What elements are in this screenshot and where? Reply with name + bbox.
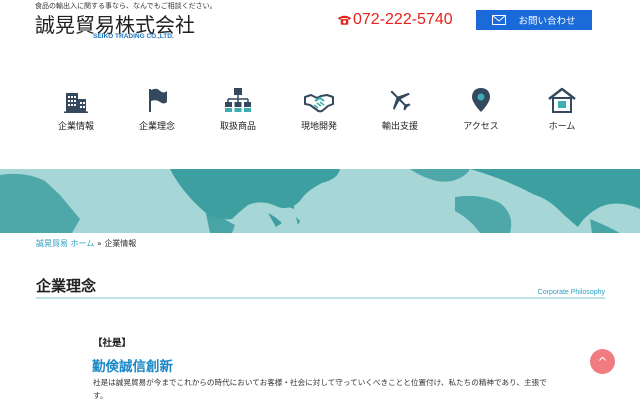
nav-label: 取扱商品 [219, 122, 256, 132]
back-to-top-button[interactable]: ^ [590, 349, 615, 374]
motto-heading: 【社是】 [93, 338, 132, 349]
contact-button-label: お問い合わせ [518, 16, 576, 27]
nav-item-philosophy[interactable]: 企業理念 [117, 87, 197, 132]
section-subtitle: Corporate Philosophy [537, 289, 605, 296]
nav-item-export-support[interactable]: 輸出支援 [360, 87, 440, 132]
nav-label: ホーム [548, 122, 576, 132]
phone-icon [337, 15, 352, 25]
main-nav: 企業情報 企業理念 取扱商品 現地開発 輸出支援 アクセス ホーム [36, 87, 604, 137]
motto-description: 社是は誠晃貿易が今までこれからの時代においてお客様・社会に対して守っていくべきこ… [93, 378, 547, 400]
mail-icon [492, 15, 507, 25]
contact-button[interactable]: お問い合わせ [476, 10, 592, 30]
nav-label: 現地開発 [300, 122, 337, 132]
home-icon [548, 87, 576, 113]
section-title: 企業理念 [36, 277, 97, 295]
nav-label: 企業情報 [57, 122, 94, 132]
phone-number[interactable]: 072-222-5740 [337, 11, 453, 29]
breadcrumb-home-link[interactable]: 誠晃貿易 ホーム [36, 239, 94, 248]
breadcrumb: 誠晃貿易 ホーム » 企業情報 [36, 238, 136, 249]
nav-item-company-info[interactable]: 企業情報 [36, 87, 116, 132]
phone-text: 072-222-5740 [353, 11, 453, 28]
nav-label: アクセス [463, 122, 499, 132]
org-chart-icon [225, 88, 251, 112]
motto-title: 勤倹誠信創新 [92, 359, 173, 375]
nav-item-home[interactable]: ホーム [522, 87, 602, 132]
nav-label: 輸出支援 [381, 122, 418, 132]
map-pin-icon [472, 88, 490, 112]
breadcrumb-separator: » [96, 239, 102, 248]
nav-item-local-development[interactable]: 現地開発 [279, 87, 359, 132]
handshake-icon [304, 94, 334, 113]
company-logo-en: SEIKO TRADING CO.,LTD. [93, 33, 174, 40]
nav-item-products[interactable]: 取扱商品 [198, 87, 278, 132]
world-map-image [0, 169, 640, 233]
world-map-banner [0, 169, 640, 233]
nav-item-access[interactable]: アクセス [441, 87, 521, 132]
flag-icon [149, 88, 167, 112]
airplane-icon [390, 90, 411, 111]
nav-label: 企業理念 [138, 122, 175, 132]
caret-up-icon: ^ [597, 354, 608, 369]
section-divider [36, 297, 605, 299]
building-icon [64, 93, 88, 113]
breadcrumb-current: 企業情報 [104, 239, 137, 248]
